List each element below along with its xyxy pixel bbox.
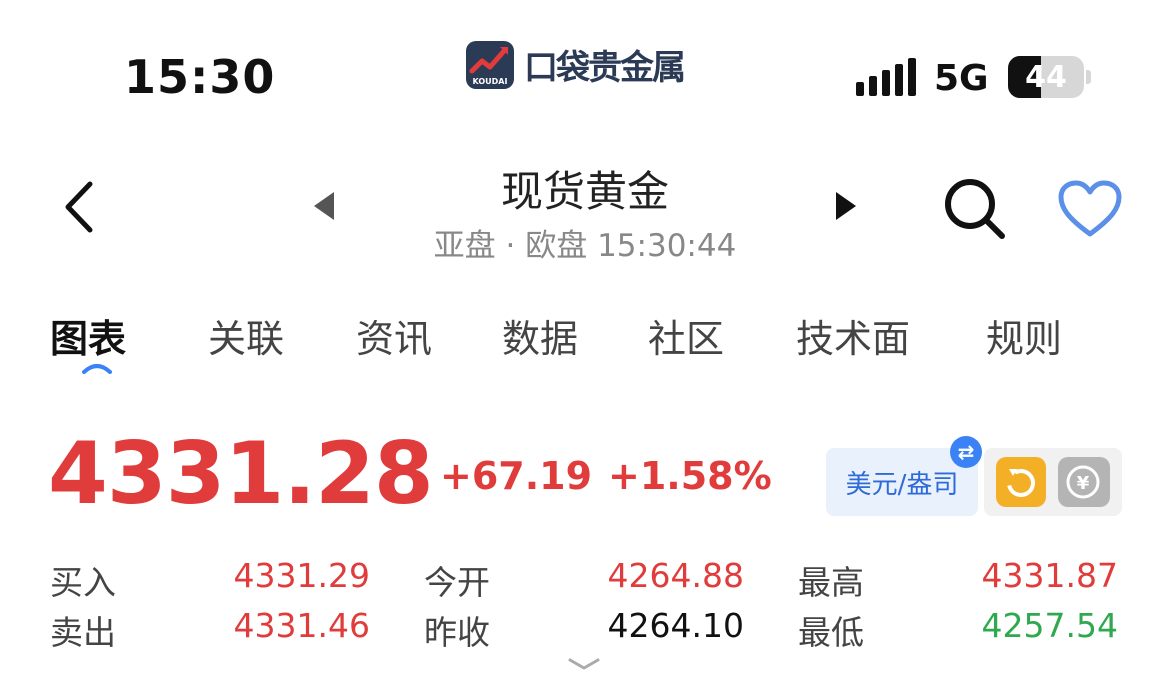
- swap-icon[interactable]: ⇄: [950, 436, 982, 468]
- yuan-coin-icon: ¥: [1066, 465, 1100, 499]
- logo-badge-icon: KOUDAI: [466, 40, 514, 89]
- svg-text:¥: ¥: [1077, 473, 1090, 494]
- logo-name: 口袋贵金属: [524, 48, 686, 88]
- tab-news[interactable]: 资讯: [356, 308, 432, 363]
- tab-bar: 图表 关联 资讯 数据 社区 技术面 规则: [0, 308, 1170, 368]
- logo-badge-text: KOUDAI: [472, 76, 508, 86]
- next-instrument-button[interactable]: [836, 192, 856, 220]
- battery-icon: 44: [1008, 56, 1084, 98]
- low-value: 4257.54: [981, 606, 1118, 645]
- high-label: 最高: [798, 563, 864, 602]
- open-value: 4264.88: [607, 556, 744, 595]
- current-price: 4331.28: [48, 424, 434, 524]
- price-change-percent: +1.58%: [608, 454, 772, 498]
- prev-close-value: 4264.10: [607, 606, 744, 645]
- price-change: +67.19: [440, 454, 593, 498]
- tab-community[interactable]: 社区: [648, 308, 724, 363]
- search-icon: [945, 179, 1005, 239]
- status-time: 15:30: [124, 50, 276, 104]
- currency-convert-button[interactable]: ¥: [1058, 457, 1110, 507]
- buy-value: 4331.29: [233, 556, 370, 595]
- expand-chevron-icon[interactable]: [566, 656, 602, 672]
- sell-value: 4331.46: [233, 606, 370, 645]
- tab-related[interactable]: 关联: [208, 308, 284, 363]
- battery-percent: 44: [1025, 59, 1067, 95]
- search-button[interactable]: [942, 176, 1006, 240]
- cellular-signal-icon: [856, 58, 916, 96]
- active-tab-indicator: [82, 364, 112, 374]
- tab-data[interactable]: 数据: [502, 308, 578, 363]
- network-type: 5G: [934, 58, 989, 99]
- open-label: 今开: [424, 563, 490, 602]
- low-label: 最低: [798, 613, 864, 652]
- tab-technical[interactable]: 技术面: [796, 308, 910, 363]
- heart-icon: [1058, 180, 1122, 237]
- refresh-button[interactable]: [996, 457, 1046, 507]
- app-logo: KOUDAI 口袋贵金属: [466, 40, 686, 89]
- tab-chart[interactable]: 图表: [50, 308, 126, 363]
- favorite-button[interactable]: [1058, 180, 1122, 238]
- refresh-icon: [1007, 469, 1035, 497]
- high-value: 4331.87: [981, 556, 1118, 595]
- tab-rules[interactable]: 规则: [986, 308, 1062, 363]
- prev-close-label: 昨收: [424, 613, 490, 652]
- battery-tip: [1086, 70, 1091, 84]
- sell-label: 卖出: [50, 613, 116, 652]
- buy-label: 买入: [50, 563, 116, 602]
